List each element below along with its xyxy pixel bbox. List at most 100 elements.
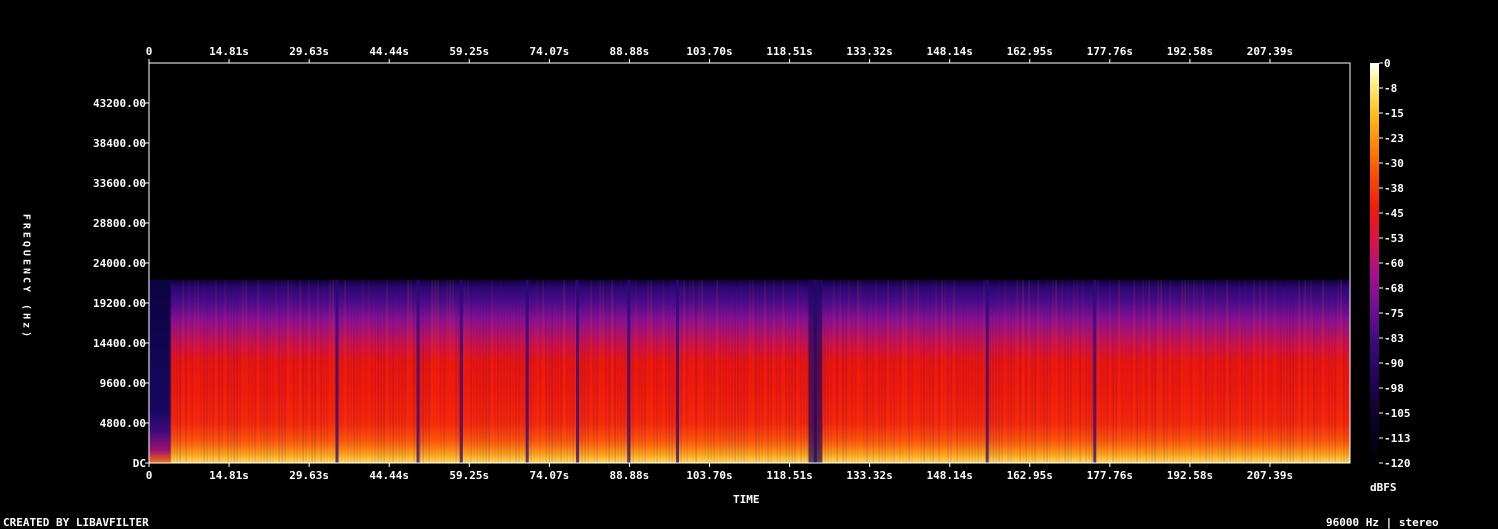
spectral-streak [581, 279, 583, 463]
spectral-streak [620, 279, 622, 463]
x-tick-label: 0 [146, 45, 153, 58]
spectral-streak [299, 279, 301, 463]
spectral-streak [863, 279, 865, 463]
spectral-streak [605, 279, 607, 463]
spectral-streak [890, 279, 892, 463]
spectral-streak [1118, 279, 1120, 463]
spectral-streak [1223, 279, 1225, 463]
spectral-streak [1121, 279, 1123, 463]
spectral-streak [1112, 279, 1114, 463]
spectral-streak [638, 279, 640, 463]
spectral-streak [539, 279, 541, 463]
spectral-streak [278, 279, 280, 463]
x-axis-top: 0 14.81s 29.63s 44.44s 59.25s 74.07s 88.88s 103… [146, 45, 1293, 63]
spectral-streak [1040, 279, 1042, 463]
spectral-streak [293, 279, 295, 463]
spectral-streak [785, 279, 787, 463]
spectral-streak [653, 279, 655, 463]
spectral-streak [296, 279, 298, 463]
spectral-streak [536, 279, 538, 463]
colorbar-tick-label: -53 [1384, 232, 1404, 245]
spectral-streak [419, 279, 421, 463]
spectral-streak [734, 279, 736, 463]
footer-credit: CREATED BY LIBAVFILTER [3, 516, 149, 529]
spectral-streak [437, 279, 439, 463]
spectral-streak [941, 279, 943, 463]
spectral-streak [866, 279, 868, 463]
spectral-streak [851, 279, 853, 463]
spectral-streak [905, 279, 907, 463]
spectral-streak [488, 279, 490, 463]
spectral-streak [188, 279, 190, 463]
spectral-streak [650, 279, 652, 463]
spectral-streak [524, 279, 526, 463]
spectral-streak [209, 279, 211, 463]
spectral-streak [668, 279, 670, 463]
spectral-streak [326, 279, 328, 463]
spectral-streak [929, 279, 931, 463]
spectral-streak [383, 279, 385, 463]
spectral-streak [959, 279, 961, 463]
spectral-streak [395, 279, 397, 463]
spectral-streak [707, 279, 709, 463]
spectral-streak [1334, 279, 1336, 463]
spectral-streak [560, 279, 562, 463]
colorbar-gradient [1370, 63, 1379, 463]
spectral-streak [1109, 279, 1111, 463]
spectral-streak [1046, 279, 1048, 463]
x-tick-label: 88.88s [610, 45, 650, 58]
spectral-streak [545, 279, 547, 463]
x-tick-label: 192.58s [1167, 45, 1213, 58]
spectral-streak [593, 279, 595, 463]
spectral-streak [230, 279, 232, 463]
spectral-streak [1217, 279, 1219, 463]
spectral-streak [596, 279, 598, 463]
spectral-streak [1052, 279, 1054, 463]
spectral-streak [554, 279, 556, 463]
x-tick-label: 74.07s [529, 469, 569, 482]
spectral-streak [353, 279, 355, 463]
y-tick-label: 19200.00 [93, 297, 146, 310]
spectral-streak [386, 279, 388, 463]
spectral-streak [506, 279, 508, 463]
spectral-streak [1169, 279, 1171, 463]
spectral-streak [857, 279, 859, 463]
spectral-streak [1205, 279, 1207, 463]
spectral-streak [428, 279, 430, 463]
spectral-streak [470, 279, 472, 463]
spectral-streak [617, 279, 619, 463]
spectral-streak [695, 279, 697, 463]
spectral-streak [551, 279, 553, 463]
spectral-streak [902, 279, 904, 463]
spectral-streak [968, 279, 970, 463]
colorbar-tick-label: -113 [1384, 432, 1411, 445]
spectral-streak [1298, 279, 1300, 463]
spectral-streak [1250, 279, 1252, 463]
spectral-streak [1313, 279, 1315, 463]
spectral-streak [257, 279, 259, 463]
spectral-streak [542, 279, 544, 463]
spectral-streak [683, 279, 685, 463]
spectral-streak [776, 279, 778, 463]
spectral-streak [806, 279, 808, 463]
spectral-streak [275, 279, 277, 463]
spectral-streak [950, 279, 952, 463]
spectral-streak [1016, 279, 1018, 463]
spectral-streak [1088, 279, 1090, 463]
spectral-streak [485, 279, 487, 463]
spectral-streak [1283, 279, 1285, 463]
spectral-streak [1124, 279, 1126, 463]
spectral-streak [530, 279, 532, 463]
spectral-streak [770, 279, 772, 463]
spectral-streak [284, 279, 286, 463]
spectral-streak [1073, 279, 1075, 463]
spectral-streak [830, 279, 832, 463]
spectral-streak [1085, 279, 1087, 463]
spectral-streak [1325, 279, 1327, 463]
spectral-streak [692, 279, 694, 463]
spectral-streak [266, 279, 268, 463]
spectral-streak [1148, 279, 1150, 463]
spectral-streak [212, 279, 214, 463]
spectral-streak [269, 279, 271, 463]
spectral-streak [245, 279, 247, 463]
